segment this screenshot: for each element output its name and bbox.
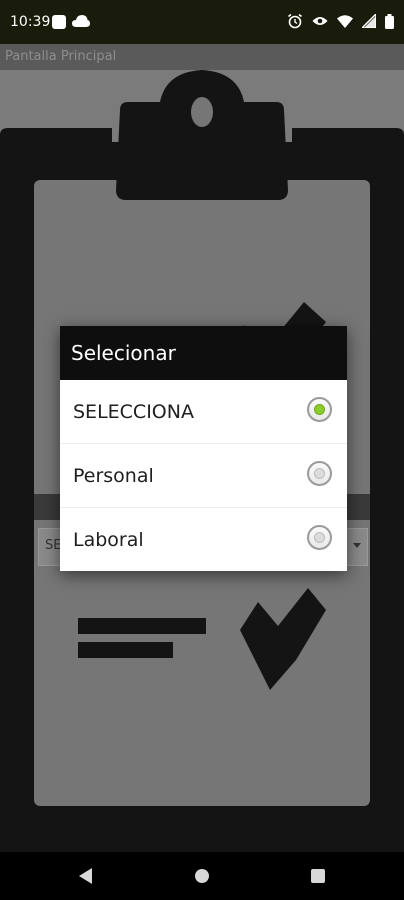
option-laboral[interactable]: Laboral — [60, 508, 347, 571]
status-bar: 10:39 — [0, 0, 404, 44]
app-title: Pantalla Principal — [5, 49, 117, 64]
back-icon[interactable] — [79, 868, 93, 884]
battery-icon — [385, 13, 394, 29]
option-selecciona[interactable]: SELECCIONA — [60, 380, 347, 444]
navigation-bar — [0, 852, 404, 900]
cloud-icon — [72, 15, 90, 27]
background-spinner-text: SE — [45, 538, 62, 553]
option-label: Laboral — [73, 529, 144, 551]
select-dialog: Selecionar SELECCIONA Personal Laboral — [60, 326, 347, 571]
option-label: SELECCIONA — [73, 401, 194, 423]
dropdown-arrow-icon — [353, 543, 361, 548]
dialog-title: Selecionar — [60, 326, 347, 380]
radio-button[interactable] — [307, 525, 332, 550]
recents-icon[interactable] — [311, 869, 325, 883]
eye-icon — [312, 17, 328, 25]
alarm-icon — [288, 13, 302, 29]
app-bar: Pantalla Principal — [0, 44, 404, 70]
option-personal[interactable]: Personal — [60, 444, 347, 508]
home-icon[interactable] — [195, 869, 209, 883]
radio-button[interactable] — [307, 461, 332, 486]
option-label: Personal — [73, 465, 154, 487]
radio-dot-icon — [314, 532, 325, 543]
radio-dot-icon — [314, 468, 325, 479]
status-time: 10:39 — [10, 14, 51, 30]
radio-button-selected[interactable] — [307, 397, 332, 422]
radio-dot-icon — [314, 404, 325, 415]
signal-icon — [362, 14, 376, 28]
square-icon — [52, 15, 66, 29]
wifi-icon — [337, 14, 353, 28]
